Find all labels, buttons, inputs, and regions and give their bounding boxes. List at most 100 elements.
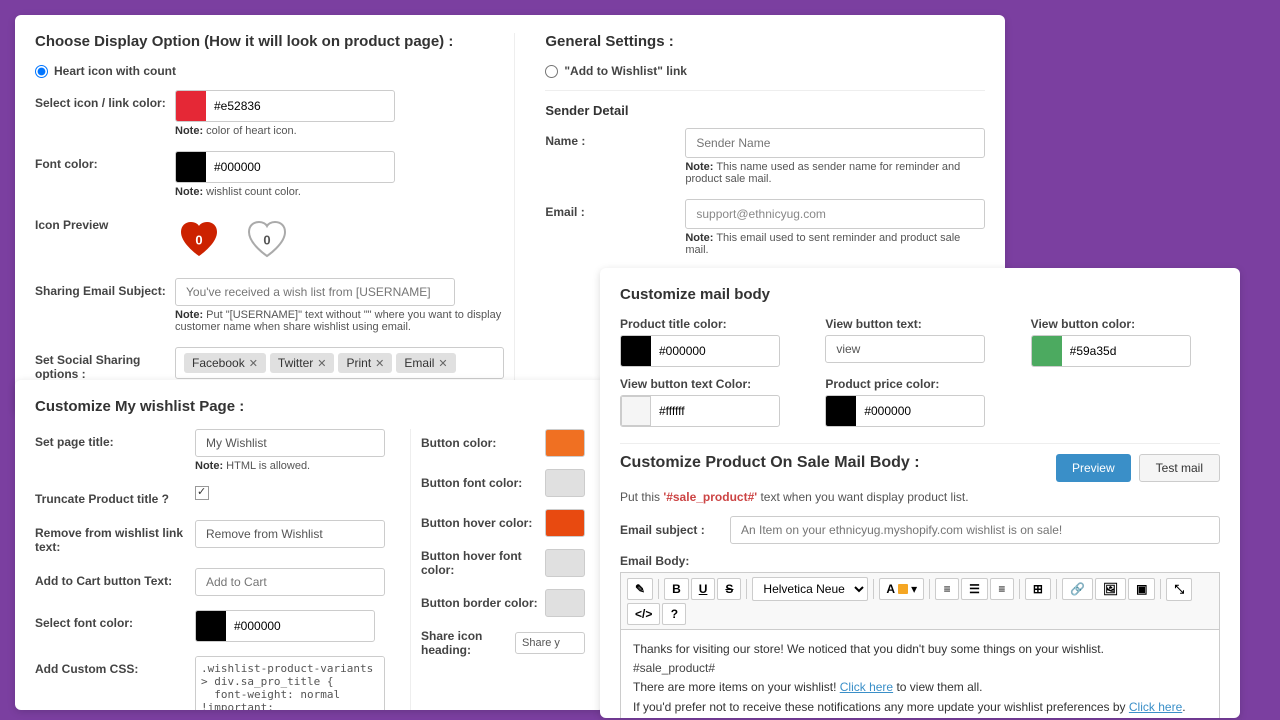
- fullscreen-button[interactable]: ⤡: [1166, 578, 1192, 601]
- truncate-label: Truncate Product title ?: [35, 486, 195, 506]
- icon-color-text[interactable]: #e52836: [206, 94, 394, 118]
- editor-line-3: There are more items on your wishlist! C…: [633, 678, 1207, 697]
- editor-line-1: Thanks for visiting our store! We notice…: [633, 640, 1207, 659]
- social-sharing-row: Set Social Sharing options : Facebook ✕ …: [35, 347, 504, 381]
- font-color-btn[interactable]: A▾: [879, 578, 924, 600]
- btn-color-swatch[interactable]: [545, 429, 585, 457]
- heart-icon-radio[interactable]: [35, 65, 48, 78]
- toolbar-sep-5: [1019, 579, 1020, 599]
- font-color-input-group: #000000: [175, 151, 395, 183]
- toolbar-sep-3: [873, 579, 874, 599]
- editor-line-5: If you'd prefer not to receive these not…: [633, 698, 1207, 717]
- page-title-input[interactable]: [195, 429, 385, 457]
- p2-font-color-text[interactable]: [226, 614, 375, 638]
- remove-link-row: Remove from wishlist link text:: [35, 520, 390, 554]
- toolbar-sep-2: [746, 579, 747, 599]
- test-mail-button[interactable]: Test mail: [1139, 454, 1220, 482]
- share-icon-label: Share icon heading:: [421, 629, 515, 657]
- underline-button[interactable]: U: [691, 578, 716, 600]
- click-here-link-2[interactable]: Click here: [1129, 700, 1182, 714]
- icon-preview-content: 0 0: [175, 212, 504, 264]
- eraser-button[interactable]: ✎: [627, 578, 653, 600]
- media-button[interactable]: ▣: [1128, 578, 1155, 600]
- icon-color-label: Select icon / link color:: [35, 90, 175, 110]
- icon-color-input-group: #e52836: [175, 90, 395, 122]
- click-here-link-1[interactable]: Click here: [840, 680, 893, 694]
- view-btn-text-swatch[interactable]: [621, 396, 651, 426]
- btn-border-row: Button border color:: [421, 589, 585, 617]
- mail-body-title: Customize mail body: [620, 286, 1220, 303]
- print-remove[interactable]: ✕: [375, 357, 384, 370]
- facebook-remove[interactable]: ✕: [249, 357, 258, 370]
- product-title-swatch[interactable]: [621, 336, 651, 366]
- p2-font-swatch[interactable]: [196, 611, 226, 641]
- heart-icon-radio-row: Heart icon with count: [35, 64, 504, 78]
- icon-preview-row: Icon Preview 0: [35, 212, 504, 264]
- btn-hover-font-label: Button hover font color:: [421, 549, 545, 577]
- add-to-wishlist-label: "Add to Wishlist" link: [564, 64, 687, 78]
- help-button[interactable]: ?: [662, 603, 686, 625]
- truncate-content: [195, 486, 390, 503]
- heart-count-filled: 0: [195, 233, 202, 248]
- add-cart-input[interactable]: [195, 568, 385, 596]
- link-button[interactable]: 🔗: [1062, 578, 1093, 600]
- share-icon-input[interactable]: [515, 632, 585, 654]
- share-icon-row: Share icon heading:: [421, 629, 585, 657]
- custom-css-textarea[interactable]: .wishlist-product-variants > div.sa_pro_…: [195, 656, 385, 710]
- truncate-checkbox[interactable]: [195, 486, 209, 500]
- sender-name-input[interactable]: [685, 128, 985, 158]
- btn-border-swatch[interactable]: [545, 589, 585, 617]
- product-title-color-input[interactable]: [651, 339, 780, 363]
- bold-button[interactable]: B: [664, 578, 689, 600]
- page-title-row: Set page title: Note: HTML is allowed.: [35, 429, 390, 472]
- page-title-content: Note: HTML is allowed.: [195, 429, 390, 472]
- toolbar-sep-4: [929, 579, 930, 599]
- btn-hover-swatch[interactable]: [545, 509, 585, 537]
- product-price-color-group: [825, 395, 985, 427]
- sharing-email-input[interactable]: [175, 278, 455, 306]
- font-color-swatch[interactable]: [176, 152, 206, 182]
- btn-font-swatch[interactable]: [545, 469, 585, 497]
- sender-email-input[interactable]: [685, 199, 985, 229]
- heart-icon-radio-label: Heart icon with count: [54, 64, 176, 78]
- mail-color-grid: Product title color: View button text: V…: [620, 317, 1220, 427]
- code-button[interactable]: </>: [627, 603, 660, 625]
- sharing-email-row: Sharing Email Subject: Note: Put "[USERN…: [35, 278, 504, 333]
- product-price-swatch[interactable]: [826, 396, 856, 426]
- view-btn-text-cell: View button text:: [825, 317, 1014, 367]
- image-button[interactable]: 🖼: [1095, 578, 1126, 600]
- align-button[interactable]: ≡: [990, 578, 1014, 600]
- table-button[interactable]: ⊞: [1025, 578, 1051, 600]
- email-subject-input[interactable]: [730, 516, 1220, 544]
- remove-link-input[interactable]: [195, 520, 385, 548]
- list-ul-button[interactable]: ≡: [935, 578, 959, 600]
- add-to-wishlist-radio[interactable]: [545, 65, 558, 78]
- product-price-color-label: Product price color:: [825, 377, 1014, 391]
- icon-preview-label: Icon Preview: [35, 212, 175, 232]
- sender-email-content: Note: This email used to sent reminder a…: [685, 199, 985, 256]
- custom-css-content: .wishlist-product-variants > div.sa_pro_…: [195, 656, 390, 710]
- email-remove[interactable]: ✕: [438, 357, 447, 370]
- font-color-text[interactable]: #000000: [206, 155, 394, 179]
- btn-hover-font-swatch[interactable]: [545, 549, 585, 577]
- product-price-color-input[interactable]: [856, 399, 985, 423]
- font-family-select[interactable]: Helvetica Neue: [752, 577, 868, 601]
- email-tag: Email ✕: [396, 353, 455, 373]
- preview-button[interactable]: Preview: [1056, 454, 1131, 482]
- view-btn-color-input[interactable]: [1062, 339, 1191, 363]
- icon-color-swatch[interactable]: [176, 91, 206, 121]
- twitter-remove[interactable]: ✕: [317, 357, 326, 370]
- btn-font-color-row: Button font color:: [421, 469, 585, 497]
- add-cart-content: [195, 568, 390, 596]
- p2-font-color-label: Select font color:: [35, 610, 195, 630]
- view-btn-swatch[interactable]: [1032, 336, 1062, 366]
- strikethrough-button[interactable]: S: [717, 578, 741, 600]
- sender-name-content: Note: This name used as sender name for …: [685, 128, 985, 185]
- email-subject-label: Email subject :: [620, 523, 730, 537]
- list-ol-button[interactable]: ☰: [961, 578, 988, 600]
- view-btn-text-input[interactable]: [825, 335, 985, 363]
- view-btn-text-color-input[interactable]: [651, 399, 780, 423]
- social-sharing-content: Facebook ✕ Twitter ✕ Print ✕ Email ✕: [175, 347, 504, 379]
- page-title-label: Set page title:: [35, 429, 195, 449]
- btn-hover-font-row: Button hover font color:: [421, 549, 585, 577]
